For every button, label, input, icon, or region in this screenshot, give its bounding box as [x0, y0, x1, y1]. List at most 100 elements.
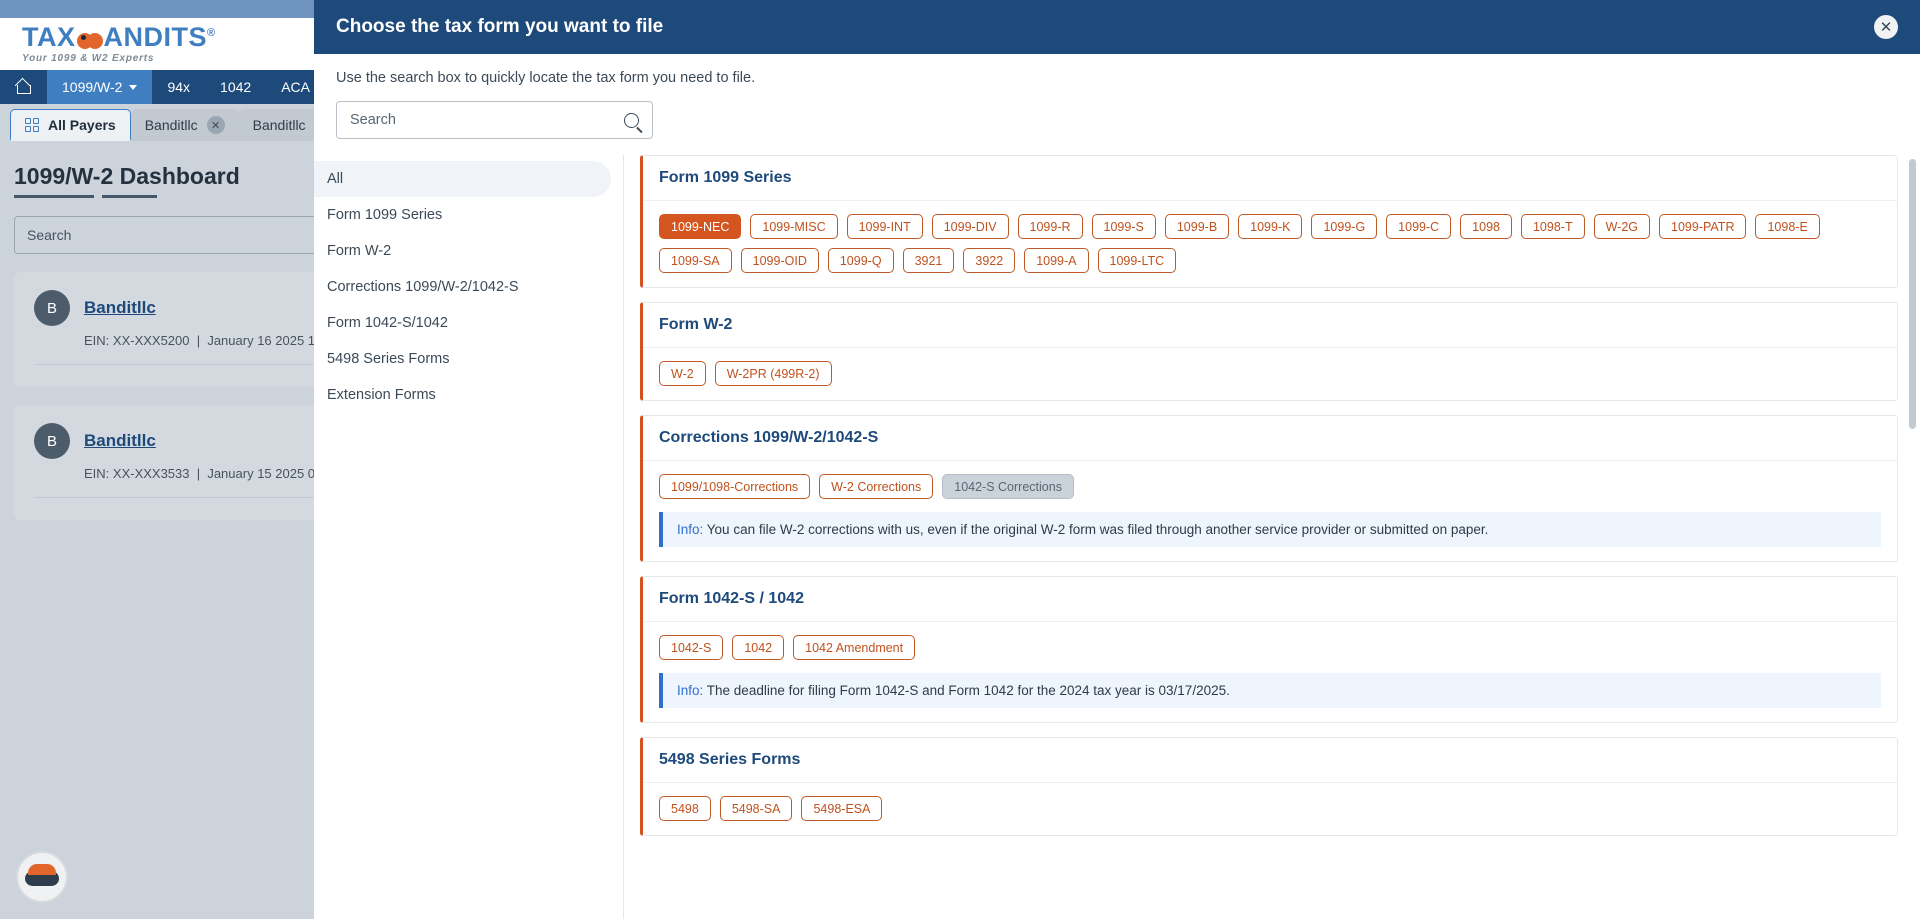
form-chip-row: 1099-NEC 1099-MISC 1099-INT 1099-DIV 1099-R 1… [659, 214, 1881, 273]
form-button-1099-1098-corrections[interactable]: 1099/1098-Corrections [659, 474, 811, 499]
tab-banditllc-1[interactable]: Banditllc ✕ [130, 109, 239, 141]
category-list[interactable]: All Form 1099 Series Form W-2 Corrections 1… [314, 155, 624, 919]
form-button-1099-ltc[interactable]: 1099-LTC [1097, 248, 1177, 273]
payer-ein: EIN: XX-XXX3533 [84, 466, 190, 481]
close-icon[interactable]: ✕ [206, 116, 225, 134]
form-button-1099-r[interactable]: 1099-R [1017, 214, 1083, 239]
category-label: Corrections 1099/W-2/1042-S [327, 279, 519, 295]
tab-label-banditllc-1: Banditllc [144, 117, 198, 133]
form-section: Form 1042-S / 1042 1042-S 1042 1042 Amendme… [640, 576, 1898, 723]
form-button-1099-int[interactable]: 1099-INT [846, 214, 923, 239]
nav-label-aca: ACA [281, 79, 310, 95]
search-input[interactable] [350, 112, 600, 128]
modal-body: All Form 1099 Series Form W-2 Corrections 1… [314, 155, 1920, 919]
nav-item-94x[interactable]: 94x [152, 70, 205, 104]
nav-label-94x: 94x [167, 79, 191, 95]
section-header: Form 1042-S / 1042 [643, 577, 1897, 622]
info-note: Info: The deadline for filing Form 1042-… [659, 673, 1881, 708]
category-item-form-1099-series[interactable]: Form 1099 Series [314, 197, 623, 233]
category-label: 5498 Series Forms [327, 351, 450, 367]
section-body: 5498 5498-SA 5498-ESA [643, 783, 1897, 835]
category-label: Form W-2 [327, 243, 392, 259]
section-header: Corrections 1099/W-2/1042-S [643, 416, 1897, 461]
form-button-1099-a[interactable]: 1099-A [1024, 248, 1089, 273]
form-chip-row: W-2 W-2PR (499R-2) [659, 361, 1881, 386]
category-item-form-w-2[interactable]: Form W-2 [314, 233, 623, 269]
nav-item-1099-w2[interactable]: 1099/W-2 [47, 70, 153, 104]
payer-ein: EIN: XX-XXX5200 [84, 333, 190, 348]
section-body: W-2 W-2PR (499R-2) [643, 348, 1897, 400]
form-button-w-2pr-499r-2[interactable]: W-2PR (499R-2) [714, 361, 832, 386]
chat-bot-button[interactable] [16, 851, 68, 903]
form-button-5498-sa[interactable]: 5498-SA [719, 796, 793, 821]
form-button-1042-s[interactable]: 1042-S [659, 635, 724, 660]
section-title: Corrections 1099/W-2/1042-S [659, 429, 879, 446]
tab-label-banditllc-2: Banditllc [252, 117, 306, 133]
registered-mark: ® [207, 27, 216, 39]
payer-name-link[interactable]: Banditllc [84, 431, 156, 451]
form-button-5498-esa[interactable]: 5498-ESA [801, 796, 883, 821]
chevron-down-icon [129, 84, 138, 90]
owl-icon [76, 31, 103, 49]
form-button-1099-k[interactable]: 1099-K [1238, 214, 1303, 239]
modal-subtitle: Use the search box to quickly locate the… [336, 70, 756, 86]
category-item-corrections-1099-w-2-1042-s[interactable]: Corrections 1099/W-2/1042-S [314, 269, 623, 305]
form-button-3921[interactable]: 3921 [902, 248, 955, 273]
category-item-extension-forms[interactable]: Extension Forms [314, 377, 623, 413]
category-item-all[interactable]: All [314, 161, 611, 197]
form-button-1098[interactable]: 1098 [1460, 214, 1512, 239]
form-button-1099-oid[interactable]: 1099-OID [740, 248, 819, 273]
home-icon [16, 80, 31, 94]
taxbandits-logo[interactable]: TAX ANDITS® Your 1099 & W2 Experts [22, 22, 216, 65]
form-button-1098-e[interactable]: 1098-E [1755, 214, 1820, 239]
section-body: 1042-S 1042 1042 Amendment Info: The deadli… [643, 622, 1897, 722]
category-label: Form 1099 Series [327, 207, 443, 223]
tab-all-payers[interactable]: All Payers [10, 109, 131, 141]
form-chip-row: 1099/1098-Corrections W-2 Corrections 1042… [659, 474, 1881, 499]
section-header: 5498 Series Forms [643, 738, 1897, 783]
close-icon[interactable]: ✕ [1874, 15, 1898, 39]
form-button-1099-misc[interactable]: 1099-MISC [750, 214, 838, 239]
form-button-1099-sa[interactable]: 1099-SA [659, 248, 732, 273]
form-button-3922[interactable]: 3922 [963, 248, 1016, 273]
form-button-1099-div[interactable]: 1099-DIV [931, 214, 1009, 239]
modal-title: Choose the tax form you want to file [336, 16, 664, 37]
forms-panel: Form 1099 Series 1099-NEC 1099-MISC 1099-IN… [624, 155, 1920, 919]
form-button-1099-b[interactable]: 1099-B [1164, 214, 1230, 239]
form-search-box[interactable] [336, 101, 653, 139]
section-body: 1099/1098-Corrections W-2 Corrections 1042… [643, 461, 1897, 561]
category-item-5498-series-forms[interactable]: 5498 Series Forms [314, 341, 623, 377]
category-item-form-1042-s-1042[interactable]: Form 1042-S/1042 [314, 305, 623, 341]
logo-text-part2: ANDITS [103, 22, 207, 52]
avatar: B [34, 290, 70, 326]
nav-item-home[interactable] [0, 70, 47, 104]
nav-label-1099-w2: 1099/W-2 [62, 79, 123, 95]
section-title: Form 1099 Series [659, 169, 792, 186]
form-button-w-2[interactable]: W-2 [659, 361, 706, 386]
form-button-1042-amendment[interactable]: 1042 Amendment [793, 635, 916, 660]
category-label: All [327, 171, 344, 187]
tab-label-all-payers: All Payers [48, 116, 116, 133]
form-button-1099-q[interactable]: 1099-Q [827, 248, 894, 273]
form-button-1099-g[interactable]: 1099-G [1311, 214, 1378, 239]
form-section: Form W-2 W-2 W-2PR (499R-2) [640, 302, 1898, 401]
form-button-1099-nec[interactable]: 1099-NEC [659, 214, 742, 239]
category-label: Extension Forms [327, 387, 436, 403]
form-button-5498[interactable]: 5498 [659, 796, 711, 821]
bot-icon [25, 864, 59, 890]
info-prefix: Info: [677, 522, 704, 537]
form-button-1099-s[interactable]: 1099-S [1091, 214, 1156, 239]
form-button-1042[interactable]: 1042 [732, 635, 785, 660]
form-button-1099-patr[interactable]: 1099-PATR [1659, 214, 1747, 239]
form-button-1099-c[interactable]: 1099-C [1386, 214, 1452, 239]
search-icon[interactable] [624, 112, 639, 128]
payer-name-link[interactable]: Banditllc [84, 298, 156, 318]
section-header: Form W-2 [643, 303, 1897, 348]
nav-item-1042[interactable]: 1042 [205, 70, 266, 104]
form-button-w-2g[interactable]: W-2G [1593, 214, 1651, 239]
logo-tagline: Your 1099 & W2 Experts [22, 53, 155, 64]
form-section: Corrections 1099/W-2/1042-S 1099/1098-Cor… [640, 415, 1898, 562]
scrollbar[interactable] [1909, 159, 1916, 429]
form-button-w-2-corrections[interactable]: W-2 Corrections [819, 474, 934, 499]
form-button-1098-t[interactable]: 1098-T [1520, 214, 1585, 239]
